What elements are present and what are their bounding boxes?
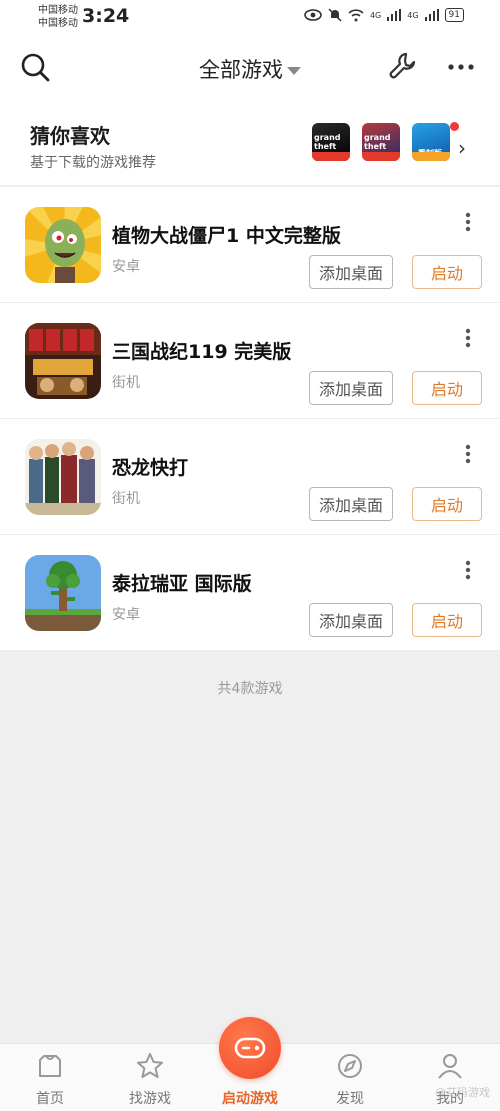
- compass-icon: [338, 1054, 362, 1078]
- carrier-label: 中国移动 中国移动: [38, 5, 78, 29]
- mute-icon: [328, 8, 342, 22]
- nav-profile[interactable]: 我的: [400, 1044, 500, 1111]
- nav-label: 找游戏: [129, 1091, 171, 1107]
- game-name: 植物大战僵尸1 中文完整版: [112, 225, 341, 247]
- chevron-down-icon: [287, 67, 301, 75]
- game-icon-terraria[interactable]: [25, 555, 101, 631]
- category-dropdown[interactable]: 全部游戏: [0, 54, 500, 84]
- game-platform: 安卓: [112, 259, 140, 275]
- launch-button[interactable]: 启动: [412, 487, 482, 521]
- more-vertical-icon[interactable]: [458, 327, 478, 349]
- game-list: 植物大战僵尸1 中文完整版 安卓 添加桌面 启动 三国战纪119 完美版 街机 …: [0, 187, 500, 651]
- launch-button[interactable]: 启动: [412, 371, 482, 405]
- signal-icon-2: [424, 9, 439, 21]
- game-name: 泰拉瑞亚 国际版: [112, 573, 252, 595]
- wrench-icon[interactable]: [386, 50, 418, 82]
- watermark: @艾玛游戏: [435, 1086, 490, 1099]
- game-icon-dino[interactable]: [25, 439, 101, 515]
- eye-icon: [304, 9, 322, 21]
- list-item[interactable]: 植物大战僵尸1 中文完整版 安卓 添加桌面 启动: [0, 187, 500, 303]
- game-count: 共4款游戏: [217, 681, 283, 697]
- add-to-desktop-button[interactable]: 添加桌面: [309, 255, 393, 289]
- game-icon-zombie[interactable]: [25, 207, 101, 283]
- game-name: 恐龙快打: [112, 457, 189, 479]
- status-icons: 4G 4G 91: [304, 8, 464, 22]
- game-platform: 街机: [112, 375, 140, 391]
- add-to-desktop-button[interactable]: 添加桌面: [309, 371, 393, 405]
- recommendation-title: 猜你喜欢: [30, 124, 110, 148]
- signal-label-1: 4G: [369, 10, 382, 20]
- recommendation-thumbnails: grand theft auto grand theft auto 重制版: [312, 123, 450, 161]
- nav-label: 首页: [36, 1091, 64, 1107]
- page-title: 全部游戏: [199, 58, 283, 82]
- more-icon[interactable]: [443, 53, 479, 81]
- top-bar: 全部游戏: [0, 34, 500, 102]
- launch-button[interactable]: 启动: [412, 255, 482, 289]
- battery-icon: 91: [444, 8, 464, 22]
- add-to-desktop-button[interactable]: 添加桌面: [309, 603, 393, 637]
- game-name: 三国战纪119 完美版: [112, 341, 292, 363]
- notification-dot: [450, 122, 459, 131]
- list-item[interactable]: 恐龙快打 街机 添加桌面 启动: [0, 419, 500, 535]
- nav-label: 发现: [336, 1091, 364, 1107]
- recommendation-subtitle: 基于下载的游戏推荐: [30, 155, 156, 171]
- recommended-game-thumbnail[interactable]: grand theft auto: [312, 123, 350, 161]
- nav-discover[interactable]: 发现: [300, 1044, 400, 1111]
- more-vertical-icon[interactable]: [458, 443, 478, 465]
- recommended-game-thumbnail[interactable]: 重制版: [412, 123, 450, 161]
- game-platform: 街机: [112, 491, 140, 507]
- signal-icon: [387, 9, 402, 21]
- launch-games-button[interactable]: [219, 1017, 281, 1079]
- more-vertical-icon[interactable]: [458, 211, 478, 233]
- home-icon: [39, 1055, 61, 1077]
- list-item[interactable]: 泰拉瑞亚 国际版 安卓 添加桌面 启动: [0, 535, 500, 651]
- status-time: 3:24: [82, 5, 130, 27]
- star-icon: [137, 1053, 163, 1078]
- recommended-game-thumbnail[interactable]: grand theft auto: [362, 123, 400, 161]
- user-icon: [438, 1054, 462, 1079]
- list-item[interactable]: 三国战纪119 完美版 街机 添加桌面 启动: [0, 303, 500, 419]
- wifi-icon: [348, 8, 364, 21]
- chevron-right-icon[interactable]: ›: [458, 136, 466, 160]
- nav-find-games[interactable]: 找游戏: [100, 1044, 200, 1111]
- add-to-desktop-button[interactable]: 添加桌面: [309, 487, 393, 521]
- gamepad-icon: [234, 1037, 266, 1059]
- nav-home[interactable]: 首页: [0, 1044, 100, 1111]
- nav-label: 启动游戏: [222, 1091, 278, 1107]
- launch-button[interactable]: 启动: [412, 603, 482, 637]
- more-vertical-icon[interactable]: [458, 559, 478, 581]
- game-icon-sanguo[interactable]: [25, 323, 101, 399]
- status-bar: 中国移动 中国移动 3:24 4G 4G 91: [0, 0, 500, 34]
- recommendation-banner[interactable]: 猜你喜欢 基于下载的游戏推荐 grand theft auto grand th…: [0, 102, 500, 186]
- game-platform: 安卓: [112, 607, 140, 623]
- signal-label-2: 4G: [407, 10, 419, 20]
